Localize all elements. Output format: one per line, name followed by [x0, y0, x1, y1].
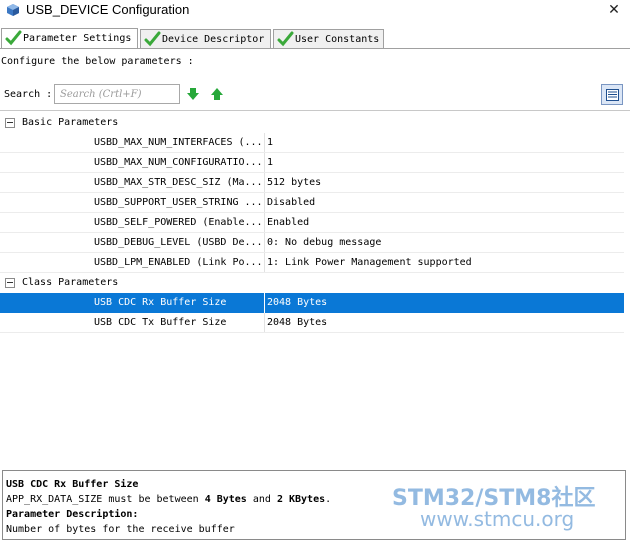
table-row[interactable]: USBD_MAX_NUM_CONFIGURATIO... 1	[0, 153, 624, 173]
column-divider	[264, 213, 265, 233]
tab-bar: Parameter Settings Device Descriptor Use…	[0, 28, 630, 49]
param-value[interactable]: 1	[267, 157, 273, 168]
column-divider	[264, 253, 265, 273]
config-instructions: Configure the below parameters :	[1, 56, 194, 67]
table-row[interactable]: USBD_MAX_STR_DESC_SIZ (Ma... 512 bytes	[0, 173, 624, 193]
table-row[interactable]: USBD_LPM_ENABLED (Link Po... 1: Link Pow…	[0, 253, 624, 273]
check-icon	[5, 30, 22, 46]
param-name: USBD_LPM_ENABLED (Link Po...	[94, 257, 262, 268]
constraint-and: and	[246, 494, 277, 505]
constraint-prefix: APP_RX_DATA_SIZE must be between	[6, 494, 205, 505]
column-divider	[264, 173, 265, 193]
category-basic-parameters: Basic Parameters	[0, 113, 624, 133]
param-value[interactable]: 1	[267, 137, 273, 148]
collapse-toggle[interactable]	[5, 118, 15, 128]
param-name: USBD_SELF_POWERED (Enable...	[94, 217, 262, 228]
column-divider	[264, 193, 265, 213]
list-view-button[interactable]	[601, 84, 623, 105]
constraint-min: 4 Bytes	[204, 494, 247, 505]
param-name: USBD_MAX_NUM_CONFIGURATIO...	[94, 157, 262, 168]
param-value[interactable]: 512 bytes	[267, 177, 321, 188]
param-name: USBD_MAX_STR_DESC_SIZ (Ma...	[94, 177, 262, 188]
table-row[interactable]: USBD_SELF_POWERED (Enable... Enabled	[0, 213, 624, 233]
param-name: USBD_MAX_NUM_INTERFACES (...	[94, 137, 262, 148]
param-value[interactable]: Enabled	[267, 217, 309, 228]
category-label: Basic Parameters	[22, 117, 119, 128]
table-row[interactable]: USBD_DEBUG_LEVEL (USBD De... 0: No debug…	[0, 233, 624, 253]
tab-label: Parameter Settings	[23, 33, 132, 44]
list-icon	[606, 89, 619, 101]
column-divider	[264, 233, 265, 253]
tab-divider	[0, 48, 630, 49]
tab-label: User Constants	[295, 34, 380, 45]
tab-device-descriptor[interactable]: Device Descriptor	[140, 29, 271, 49]
column-divider	[264, 153, 265, 173]
param-value[interactable]: 1: Link Power Management supported	[267, 257, 472, 268]
category-class-parameters: Class Parameters	[0, 273, 624, 293]
title-bar: USB_DEVICE Configuration ✕	[0, 0, 630, 22]
table-row[interactable]: USBD_SUPPORT_USER_STRING ... Disabled	[0, 193, 624, 213]
tab-user-constants[interactable]: User Constants	[273, 29, 384, 49]
search-input[interactable]	[54, 84, 180, 104]
param-name: USB CDC Rx Buffer Size	[94, 297, 227, 308]
param-value[interactable]: 2048 Bytes	[267, 297, 327, 308]
cube-icon	[7, 4, 19, 16]
parameter-tree: Basic Parameters USBD_MAX_NUM_INTERFACES…	[0, 110, 630, 468]
table-row[interactable]: USB CDC Rx Buffer Size 2048 Bytes	[0, 293, 624, 313]
collapse-toggle[interactable]	[5, 278, 15, 288]
param-value[interactable]: 0: No debug message	[267, 237, 381, 248]
param-name: USBD_SUPPORT_USER_STRING ...	[94, 197, 262, 208]
arrow-up-icon[interactable]	[210, 87, 224, 101]
window-title: USB_DEVICE Configuration	[26, 2, 190, 17]
check-icon	[144, 31, 161, 47]
param-value[interactable]: 2048 Bytes	[267, 317, 327, 328]
watermark-line2: www.stmcu.org	[420, 507, 575, 531]
table-row[interactable]: USB CDC Tx Buffer Size 2048 Bytes	[0, 313, 624, 333]
column-divider	[264, 313, 265, 333]
close-button[interactable]: ✕	[606, 1, 622, 19]
search-label: Search :	[4, 89, 53, 100]
column-divider	[264, 293, 265, 313]
arrow-down-icon[interactable]	[186, 87, 200, 101]
tab-parameter-settings[interactable]: Parameter Settings	[1, 28, 138, 49]
param-name: USBD_DEBUG_LEVEL (USBD De...	[94, 237, 262, 248]
param-name: USB CDC Tx Buffer Size	[94, 317, 227, 328]
tab-label: Device Descriptor	[162, 34, 265, 45]
row-divider	[0, 332, 624, 333]
column-divider	[264, 133, 265, 153]
constraint-end: .	[325, 494, 332, 505]
check-icon	[277, 31, 294, 47]
watermark: STM32/STM8社区 www.stmcu.org	[392, 480, 628, 531]
param-value[interactable]: Disabled	[267, 197, 315, 208]
category-label: Class Parameters	[22, 277, 119, 288]
constraint-max: 2 KBytes	[276, 494, 326, 505]
table-row[interactable]: USBD_MAX_NUM_INTERFACES (... 1	[0, 133, 624, 153]
